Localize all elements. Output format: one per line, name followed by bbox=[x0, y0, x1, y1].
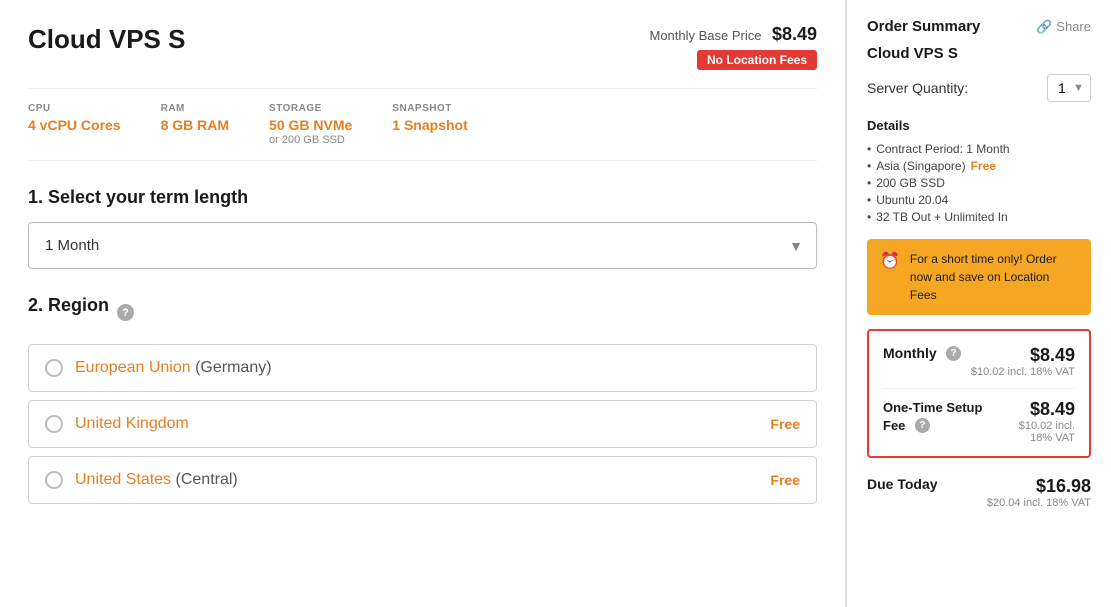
share-link[interactable]: 🔗 Share bbox=[1036, 19, 1091, 35]
due-label: Due Today bbox=[867, 476, 938, 492]
setup-label: One-Time Setup Fee bbox=[883, 400, 982, 433]
spec-snapshot-label: SNAPSHOT bbox=[392, 103, 467, 114]
promo-text: For a short time only! Order now and sav… bbox=[910, 250, 1078, 304]
region-section-title: 2. Region bbox=[28, 295, 109, 316]
specs-bar: CPU 4 vCPU Cores RAM 8 GB RAM STORAGE 50… bbox=[28, 88, 817, 161]
region-name-text-uk: United Kingdom bbox=[75, 415, 189, 433]
pricing-divider bbox=[883, 388, 1075, 389]
due-amount: $16.98 bbox=[987, 476, 1091, 497]
spec-ram-label: RAM bbox=[161, 103, 229, 114]
spec-cpu-value: 4 vCPU Cores bbox=[28, 117, 121, 133]
term-select[interactable]: 1 Month 3 Months 6 Months 12 Months 24 M… bbox=[28, 222, 817, 269]
no-location-badge: No Location Fees bbox=[697, 50, 817, 70]
detail-ubuntu-text: Ubuntu 20.04 bbox=[876, 193, 948, 207]
setup-vat: $10.02 incl. 18% VAT bbox=[996, 420, 1075, 444]
spec-ram: RAM 8 GB RAM bbox=[161, 103, 229, 146]
region-section: 2. Region ? European Union (Germany) Uni… bbox=[28, 295, 817, 504]
monthly-label: Monthly bbox=[883, 345, 937, 361]
setup-amount: $8.49 bbox=[996, 399, 1075, 420]
region-option-germany[interactable]: European Union (Germany) bbox=[28, 344, 817, 392]
region-us-full: United States (Central) bbox=[75, 471, 238, 489]
quantity-label: Server Quantity: bbox=[867, 80, 968, 96]
setup-pricing-row: One-Time Setup Fee ? $8.49 $10.02 incl. … bbox=[883, 399, 1075, 444]
spec-storage: STORAGE 50 GB NVMe or 200 GB SSD bbox=[269, 103, 352, 146]
product-title: Cloud VPS S bbox=[28, 24, 185, 55]
monthly-help-icon[interactable]: ? bbox=[946, 346, 961, 361]
detail-bandwidth-text: 32 TB Out + Unlimited In bbox=[876, 210, 1008, 224]
quantity-select[interactable]: 1 2 3 4 5 bbox=[1047, 74, 1091, 102]
spec-cpu: CPU 4 vCPU Cores bbox=[28, 103, 121, 146]
sidebar-header: Order Summary 🔗 Share bbox=[867, 18, 1091, 35]
promo-banner: ⏰ For a short time only! Order now and s… bbox=[867, 239, 1091, 315]
monthly-amount: $8.49 bbox=[971, 345, 1075, 366]
spec-storage-sub: or 200 GB SSD bbox=[269, 134, 352, 146]
monthly-label-group: Monthly ? bbox=[883, 345, 961, 363]
radio-us[interactable] bbox=[45, 471, 63, 489]
spec-storage-label: STORAGE bbox=[269, 103, 352, 114]
product-header: Cloud VPS S Monthly Base Price $8.49 No … bbox=[28, 24, 817, 70]
spec-storage-value: 50 GB NVMe bbox=[269, 117, 352, 133]
spec-snapshot: SNAPSHOT 1 Snapshot bbox=[392, 103, 467, 146]
pricing-box: Monthly ? $8.49 $10.02 incl. 18% VAT One… bbox=[867, 329, 1091, 458]
region-name-germany: European Union (Germany) bbox=[75, 359, 272, 377]
spec-ram-value: 8 GB RAM bbox=[161, 117, 229, 133]
sidebar-product-name: Cloud VPS S bbox=[867, 45, 1091, 62]
sidebar-title: Order Summary bbox=[867, 18, 980, 35]
due-right: $16.98 $20.04 incl. 18% VAT bbox=[987, 476, 1091, 509]
radio-germany[interactable] bbox=[45, 359, 63, 377]
detail-asia-free: Free bbox=[971, 159, 996, 173]
monthly-pricing-right: $8.49 $10.02 incl. 18% VAT bbox=[971, 345, 1075, 378]
radio-uk[interactable] bbox=[45, 415, 63, 433]
detail-ubuntu: Ubuntu 20.04 bbox=[867, 191, 1091, 208]
sidebar: Order Summary 🔗 Share Cloud VPS S Server… bbox=[846, 0, 1111, 607]
detail-bandwidth: 32 TB Out + Unlimited In bbox=[867, 208, 1091, 225]
detail-asia-text: Asia (Singapore) bbox=[876, 159, 965, 173]
details-title: Details bbox=[867, 118, 1091, 133]
term-section: 1. Select your term length 1 Month 3 Mon… bbox=[28, 187, 817, 269]
region-option-us[interactable]: United States (Central) Free bbox=[28, 456, 817, 504]
detail-contract: Contract Period: 1 Month bbox=[867, 140, 1091, 157]
spec-cpu-label: CPU bbox=[28, 103, 121, 114]
monthly-pricing-row: Monthly ? $8.49 $10.02 incl. 18% VAT bbox=[883, 345, 1075, 378]
setup-help-icon[interactable]: ? bbox=[915, 418, 930, 433]
quantity-row: Server Quantity: 1 2 3 4 5 ▼ bbox=[867, 74, 1091, 102]
monthly-vat: $10.02 incl. 18% VAT bbox=[971, 366, 1075, 378]
region-name-text-germany: European Union bbox=[75, 359, 191, 376]
detail-contract-text: Contract Period: 1 Month bbox=[876, 142, 1009, 156]
share-icon: 🔗 bbox=[1036, 19, 1052, 35]
price-area: Monthly Base Price $8.49 No Location Fee… bbox=[650, 24, 818, 70]
region-free-us: Free bbox=[770, 472, 800, 488]
region-title-row: 2. Region ? bbox=[28, 295, 817, 330]
region-name-text-us: United States bbox=[75, 471, 171, 488]
monthly-base-price: $8.49 bbox=[772, 24, 817, 44]
due-vat: $20.04 incl. 18% VAT bbox=[987, 497, 1091, 509]
region-option-uk[interactable]: United Kingdom Free bbox=[28, 400, 817, 448]
spec-snapshot-value: 1 Snapshot bbox=[392, 117, 467, 133]
region-left-uk: United Kingdom bbox=[45, 415, 189, 433]
region-help-icon[interactable]: ? bbox=[117, 304, 134, 321]
region-left-us: United States (Central) bbox=[45, 471, 238, 489]
setup-label-group: One-Time Setup Fee ? bbox=[883, 399, 996, 435]
setup-pricing-right: $8.49 $10.02 incl. 18% VAT bbox=[996, 399, 1075, 444]
detail-ssd-text: 200 GB SSD bbox=[876, 176, 945, 190]
details-list: Contract Period: 1 Month Asia (Singapore… bbox=[867, 140, 1091, 225]
region-country-us: (Central) bbox=[176, 471, 238, 488]
term-select-wrapper: 1 Month 3 Months 6 Months 12 Months 24 M… bbox=[28, 222, 817, 269]
term-section-title: 1. Select your term length bbox=[28, 187, 817, 208]
quantity-select-wrapper: 1 2 3 4 5 ▼ bbox=[1047, 74, 1091, 102]
clock-icon: ⏰ bbox=[880, 251, 900, 271]
detail-ssd: 200 GB SSD bbox=[867, 174, 1091, 191]
region-country-germany: (Germany) bbox=[195, 359, 271, 376]
share-label: Share bbox=[1056, 19, 1091, 34]
due-today-row: Due Today $16.98 $20.04 incl. 18% VAT bbox=[867, 472, 1091, 509]
monthly-base-label: Monthly Base Price bbox=[650, 28, 762, 43]
region-free-uk: Free bbox=[770, 416, 800, 432]
detail-asia: Asia (Singapore) Free bbox=[867, 157, 1091, 174]
region-left-germany: European Union (Germany) bbox=[45, 359, 272, 377]
